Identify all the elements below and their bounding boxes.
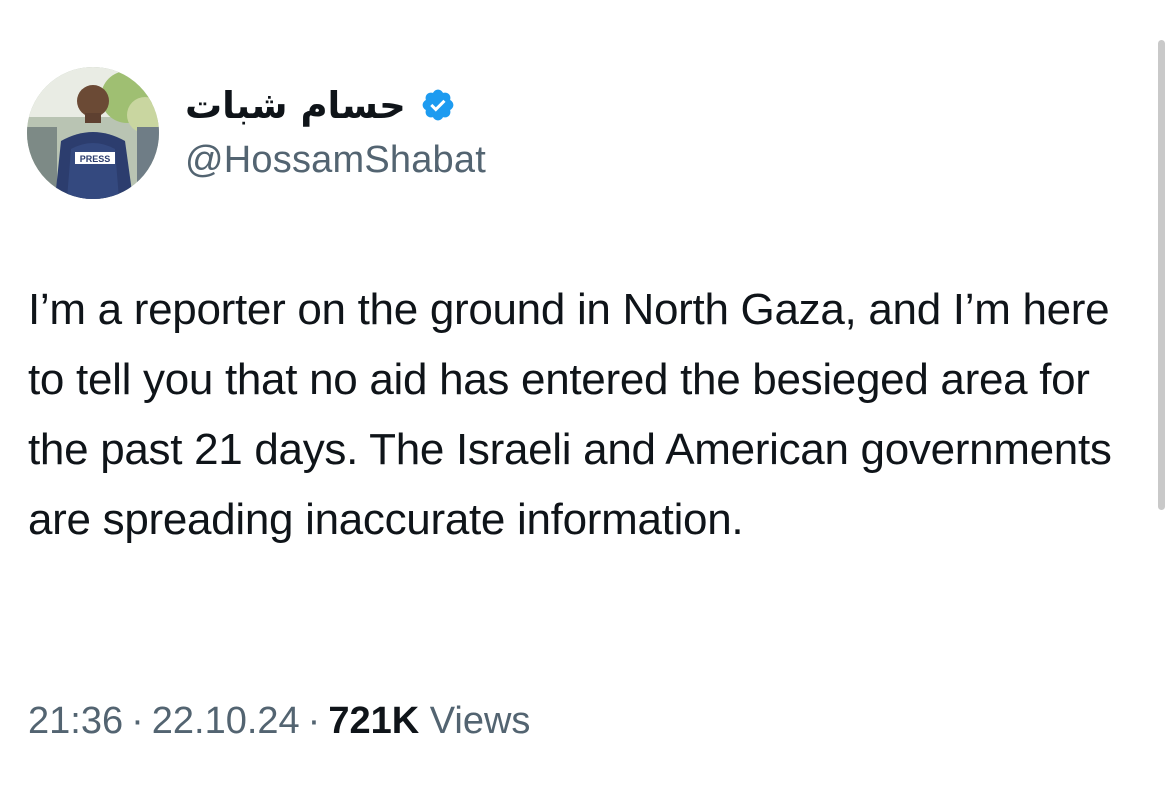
author-handle[interactable]: @HossamShabat: [185, 139, 486, 182]
tweet-time[interactable]: 21:36: [28, 700, 123, 742]
author-name-row: حسام شبات: [185, 76, 456, 134]
avatar[interactable]: PRESS: [27, 67, 159, 199]
press-label: PRESS: [80, 154, 111, 164]
meta-separator: ·: [131, 700, 144, 742]
tweet-meta: 21:36 · 22.10.24 · 721K Views: [28, 700, 530, 743]
profile-photo: PRESS: [27, 67, 159, 199]
views-label: Views: [429, 700, 531, 742]
scrollbar[interactable]: [1158, 40, 1165, 510]
author-display-name[interactable]: حسام شبات: [185, 84, 406, 127]
tweet-date[interactable]: 22.10.24: [152, 700, 300, 742]
meta-separator: ·: [307, 700, 321, 742]
views-count[interactable]: 721K: [328, 700, 419, 742]
tweet-text: I’m a reporter on the ground in North Ga…: [28, 285, 1112, 544]
verified-badge-icon: [420, 87, 456, 123]
